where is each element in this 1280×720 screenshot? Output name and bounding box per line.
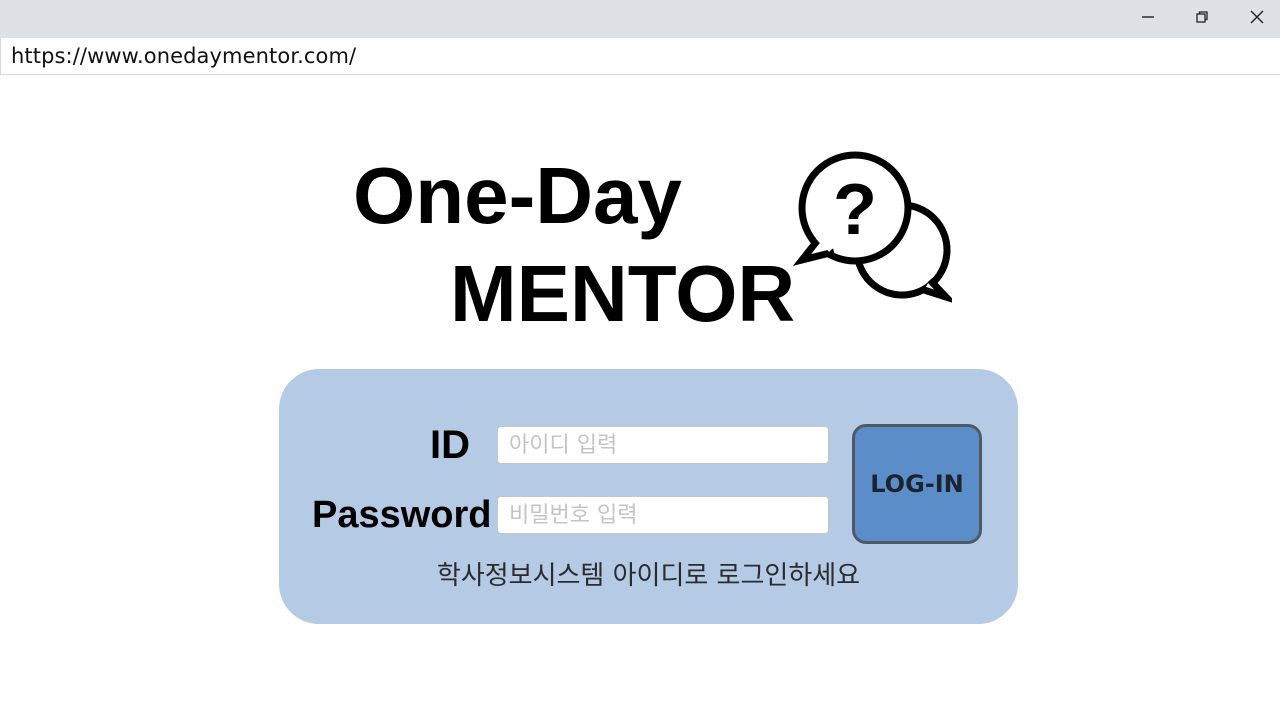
speech-bubbles-question-icon: ? [792,151,952,303]
close-button[interactable] [1229,0,1280,34]
logo-title-line2: MENTOR [450,249,796,338]
minimize-button[interactable] [1120,0,1176,34]
minimize-icon [1142,16,1154,18]
id-input[interactable] [497,426,829,464]
url-text[interactable]: https://www.onedaymentor.com/ [11,44,356,68]
restore-icon [1196,11,1208,23]
password-input[interactable] [497,496,829,534]
close-icon [1250,10,1264,24]
svg-text:?: ? [833,170,877,250]
window-titlebar [0,0,1280,38]
logo-title-line1: One-Day [353,151,682,240]
password-label: Password [312,494,492,536]
address-bar[interactable]: https://www.onedaymentor.com/ [0,38,1280,75]
restore-button[interactable] [1174,0,1230,34]
id-label: ID [430,423,470,467]
login-button[interactable]: LOG-IN [852,424,982,544]
login-hint: 학사정보시스템 아이디로 로그인하세요 [436,561,861,591]
